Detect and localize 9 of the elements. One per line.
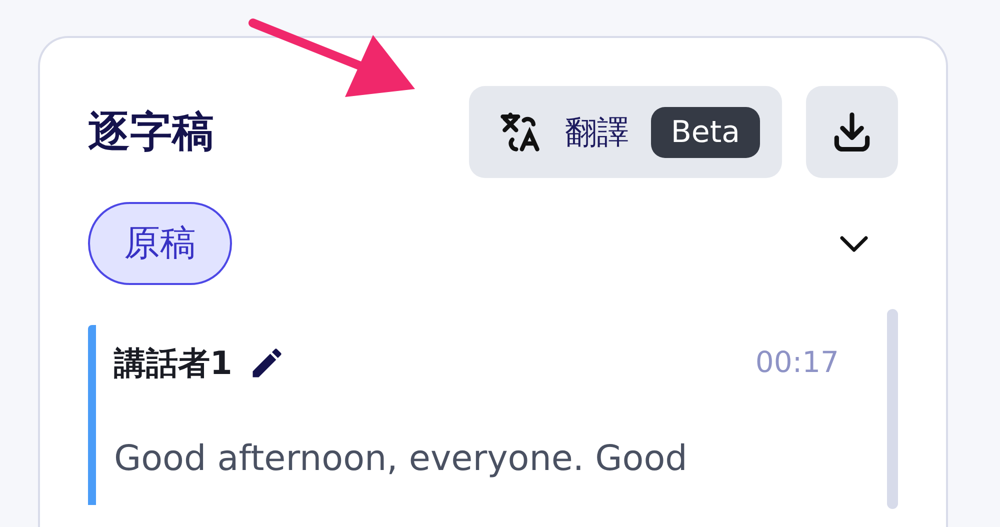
version-chip[interactable]: 原稿 xyxy=(88,202,232,286)
speaker-name: 講話者1 xyxy=(114,343,232,384)
beta-badge: Beta xyxy=(650,106,760,158)
panel-title: 逐字稿 xyxy=(88,111,214,153)
download-button[interactable] xyxy=(806,86,898,178)
translate-button[interactable]: 翻譯 Beta xyxy=(468,86,782,178)
chevron-down-icon[interactable] xyxy=(838,234,870,254)
transcript-text: Good afternoon, everyone. Good xyxy=(114,438,688,482)
scrollbar[interactable] xyxy=(887,309,898,510)
